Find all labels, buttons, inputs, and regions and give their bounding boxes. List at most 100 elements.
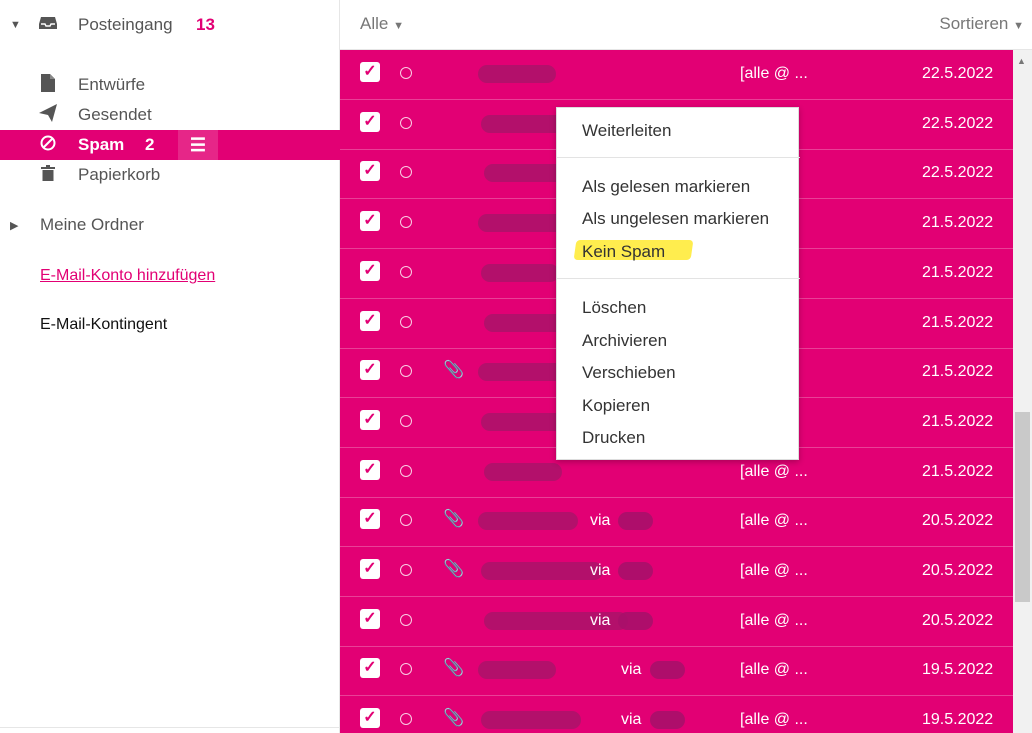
recipient-label: [alle @ ... xyxy=(740,65,808,82)
menu-item-print[interactable]: Drucken xyxy=(582,428,645,448)
inbox-icon xyxy=(38,16,58,35)
row-checkbox[interactable]: ✓ xyxy=(360,658,380,679)
trash-icon xyxy=(38,164,58,186)
chevron-down-icon: ▼ xyxy=(1013,20,1024,32)
redacted-sender xyxy=(481,562,603,580)
date-label: 21.5.2022 xyxy=(922,313,994,331)
row-checkbox[interactable]: ✓ xyxy=(360,211,380,232)
row-checkbox[interactable]: ✓ xyxy=(360,310,380,331)
row-checkbox[interactable]: ✓ xyxy=(360,260,380,281)
menu-item-mark-unread[interactable]: Als ungelesen markieren xyxy=(582,209,769,229)
row-checkbox[interactable]: ✓ xyxy=(360,708,380,729)
unread-toggle-icon[interactable] xyxy=(400,67,412,79)
redacted-sender xyxy=(484,462,562,481)
sidebar-item-label: Spam xyxy=(78,135,125,154)
unread-toggle-icon[interactable] xyxy=(400,116,412,129)
list-toolbar: Alle ▼ Sortieren ▼ xyxy=(340,0,1032,50)
unread-toggle-icon[interactable] xyxy=(400,414,412,427)
row-checkbox[interactable]: ✓ xyxy=(360,62,380,82)
redacted-sender xyxy=(478,661,556,680)
row-checkbox[interactable]: ✓ xyxy=(360,111,380,132)
spam-count-badge: 2 xyxy=(145,135,155,154)
caret-right-icon[interactable]: ▶ xyxy=(10,219,18,232)
date-label: 22.5.2022 xyxy=(922,164,994,182)
menu-item-move[interactable]: Verschieben xyxy=(582,363,676,383)
row-checkbox[interactable]: ✓ xyxy=(360,509,380,530)
recipient-label: [alle @ ... xyxy=(740,562,808,579)
sidebar-item-label: Gesendet xyxy=(78,105,152,124)
sidebar-item-label: Posteingang xyxy=(78,15,173,34)
menu-divider xyxy=(557,157,800,158)
quota-label: E-Mail-Kontingent xyxy=(40,316,168,333)
sidebar-item-inbox[interactable]: ▼ Posteingang 13 xyxy=(0,10,340,40)
unread-toggle-icon[interactable] xyxy=(400,315,412,328)
row-checkbox[interactable]: ✓ xyxy=(360,161,380,182)
recipient-label: [alle @ ... xyxy=(740,611,808,629)
sort-dropdown[interactable]: Sortieren ▼ xyxy=(939,14,1024,34)
sidebar-footer xyxy=(0,727,340,733)
via-label: via xyxy=(621,711,642,729)
unread-count-badge: 13 xyxy=(196,15,215,34)
date-label: 21.5.2022 xyxy=(922,412,994,430)
unread-toggle-icon[interactable] xyxy=(400,166,412,179)
redacted-sender xyxy=(618,562,653,580)
scrollbar-thumb[interactable] xyxy=(1015,412,1030,602)
date-label: 20.5.2022 xyxy=(922,562,994,579)
unread-toggle-icon[interactable] xyxy=(400,564,412,576)
unread-toggle-icon[interactable] xyxy=(400,216,412,229)
menu-item-delete[interactable]: Löschen xyxy=(582,298,646,318)
date-label: 22.5.2022 xyxy=(922,65,994,82)
redacted-sender xyxy=(618,611,653,630)
caret-down-icon[interactable]: ▼ xyxy=(10,19,21,31)
recipient-label: [alle @ ... xyxy=(740,711,808,729)
table-row[interactable]: ✓ 📎 via [alle @ ... 20.5.2022 xyxy=(340,547,1013,597)
unread-toggle-icon[interactable] xyxy=(400,713,412,726)
row-checkbox[interactable]: ✓ xyxy=(360,409,380,430)
table-row[interactable]: ✓ 📎 via [alle @ ... 19.5.2022 xyxy=(340,646,1013,697)
paperclip-icon: 📎 xyxy=(443,559,465,578)
document-icon xyxy=(38,73,58,97)
via-label: via xyxy=(590,562,611,579)
sidebar-item-my-folders[interactable]: ▶ Meine Ordner xyxy=(0,210,340,240)
date-label: 21.5.2022 xyxy=(922,263,994,281)
unread-toggle-icon[interactable] xyxy=(400,265,412,278)
unread-toggle-icon[interactable] xyxy=(400,613,412,626)
unread-toggle-icon[interactable] xyxy=(400,514,412,527)
row-checkbox[interactable]: ✓ xyxy=(360,459,380,480)
redacted-sender xyxy=(650,661,685,680)
table-row[interactable]: ✓ via [alle @ ... 20.5.2022 xyxy=(340,597,1013,647)
recipient-label: [alle @ ... xyxy=(740,462,808,480)
table-row[interactable]: ✓ [alle @ ... 22.5.2022 xyxy=(340,50,1013,100)
redacted-sender xyxy=(481,711,581,730)
row-checkbox[interactable]: ✓ xyxy=(360,608,380,629)
table-row[interactable]: ✓ 📎 via [alle @ ... 19.5.2022 xyxy=(340,696,1013,733)
filter-dropdown[interactable]: Alle ▼ xyxy=(360,14,404,34)
date-label: 19.5.2022 xyxy=(922,661,994,679)
via-label: via xyxy=(590,512,611,530)
scroll-up-icon[interactable]: ▲ xyxy=(1017,56,1026,66)
unread-toggle-icon[interactable] xyxy=(400,464,412,477)
menu-item-not-spam[interactable]: Kein Spam xyxy=(582,242,665,262)
sidebar-item-drafts[interactable]: Entwürfe xyxy=(0,70,340,100)
table-row[interactable]: ✓ 📎 via [alle @ ... 20.5.2022 xyxy=(340,497,1013,548)
chevron-down-icon: ▼ xyxy=(393,20,404,32)
paperclip-icon: 📎 xyxy=(443,708,465,728)
sidebar-item-sent[interactable]: Gesendet xyxy=(0,100,340,130)
menu-item-forward[interactable]: Weiterleiten xyxy=(582,121,671,141)
row-checkbox[interactable]: ✓ xyxy=(360,559,380,579)
menu-item-mark-read[interactable]: Als gelesen markieren xyxy=(582,177,750,197)
folder-menu-icon[interactable]: ☰ xyxy=(178,130,218,160)
filter-label: Alle xyxy=(360,14,389,33)
unread-toggle-icon[interactable] xyxy=(400,663,412,676)
menu-item-archive[interactable]: Archivieren xyxy=(582,331,667,351)
add-account-link[interactable]: E-Mail-Konto hinzufügen xyxy=(40,267,215,285)
sidebar-item-label: Entwürfe xyxy=(78,75,146,94)
mail-app: ▼ Posteingang 13 Entwürfe Gesendet Spam xyxy=(0,0,1032,733)
unread-toggle-icon[interactable] xyxy=(400,365,412,378)
sidebar-item-spam[interactable]: Spam 2 ☰ xyxy=(0,130,340,160)
scrollbar[interactable]: ▲ xyxy=(1013,50,1032,733)
sidebar-item-trash[interactable]: Papierkorb xyxy=(0,160,340,190)
menu-item-copy[interactable]: Kopieren xyxy=(582,396,650,416)
paperclip-icon: 📎 xyxy=(443,509,465,529)
row-checkbox[interactable]: ✓ xyxy=(360,360,380,381)
